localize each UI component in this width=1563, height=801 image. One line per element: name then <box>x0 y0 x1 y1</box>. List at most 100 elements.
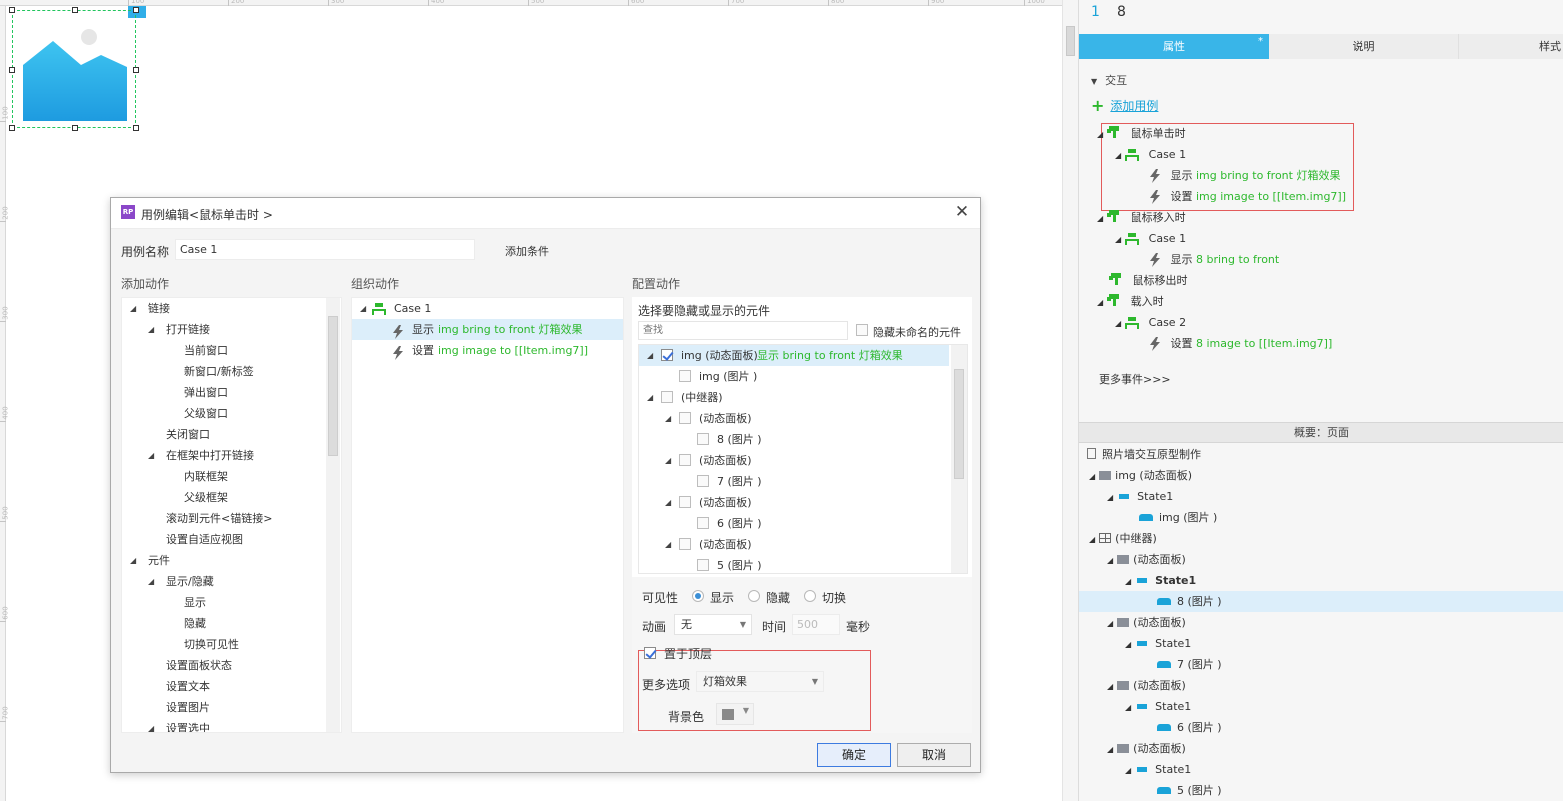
visibility-show-radio[interactable] <box>692 590 704 602</box>
outline-row[interactable]: ◢ (动态面板) <box>1107 675 1186 696</box>
outline-row[interactable]: 8 (图片 ) <box>1157 591 1222 612</box>
widget-checkbox[interactable] <box>697 517 709 529</box>
outline-row[interactable]: ◢ State1 <box>1125 633 1191 654</box>
widget-search-input[interactable] <box>638 321 848 340</box>
animation-select[interactable]: 无 ▼ <box>674 614 752 635</box>
case-row[interactable]: ◢ Case 1 <box>1115 228 1186 249</box>
outline-row[interactable]: 6 (图片 ) <box>1157 717 1222 738</box>
event-row[interactable]: ◢ 鼠标单击时 <box>1097 123 1186 144</box>
outline-row[interactable]: ◢ (动态面板) <box>1107 738 1186 759</box>
bg-color-picker[interactable]: ▼ <box>716 703 754 725</box>
widget-checkbox[interactable] <box>697 475 709 487</box>
widget-checkbox[interactable] <box>679 412 691 424</box>
page-number[interactable]: 1 <box>1091 4 1100 20</box>
action-row[interactable]: 设置 img image to [[Item.img7]] <box>1149 186 1346 207</box>
hide-unnamed-checkbox[interactable] <box>856 324 868 336</box>
outline-page-row[interactable]: 照片墙交互原型制作 <box>1087 444 1201 465</box>
outline-row[interactable]: ◢ (动态面板) <box>1107 612 1186 633</box>
case-name-input[interactable] <box>175 239 475 260</box>
resize-handle[interactable] <box>9 7 15 13</box>
outline-row[interactable]: ◢ (中继器) <box>1089 528 1157 549</box>
outline-row[interactable]: 7 (图片 ) <box>1157 654 1222 675</box>
resize-handle[interactable] <box>72 125 78 131</box>
state-icon <box>1137 578 1148 583</box>
resize-handle[interactable] <box>133 125 139 131</box>
more-events-link[interactable]: 更多事件>>> <box>1099 369 1171 390</box>
tree-item[interactable]: 切换可见性 <box>184 634 239 655</box>
action-row[interactable]: 显示 8 bring to front <box>1149 249 1279 270</box>
tab-notes[interactable]: 说明 <box>1269 34 1459 59</box>
cancel-button[interactable]: 取消 <box>897 743 971 767</box>
tree-item[interactable]: 显示 <box>184 592 206 613</box>
widget-checkbox[interactable] <box>661 391 673 403</box>
tree-item[interactable]: 新窗口/新标签 <box>184 361 254 382</box>
more-options-select[interactable]: 灯箱效果 ▼ <box>696 671 824 692</box>
tree-item[interactable]: 隐藏 <box>184 613 206 634</box>
action-row-selected[interactable]: 显示 img bring to front 灯箱效果 <box>352 319 623 340</box>
widget-checkbox[interactable] <box>697 433 709 445</box>
tree-item[interactable]: 内联框架 <box>184 466 228 487</box>
scrollbar-thumb[interactable] <box>328 316 338 456</box>
visibility-hide-radio[interactable] <box>748 590 760 602</box>
outline-row[interactable]: ◢ State1 <box>1125 570 1196 591</box>
outline-row[interactable]: 5 (图片 ) <box>1157 780 1222 801</box>
outline-row[interactable]: ◢ State1 <box>1125 759 1191 780</box>
ok-button[interactable]: 确定 <box>817 743 891 767</box>
tab-style[interactable]: 样式 <box>1469 34 1563 59</box>
action-row[interactable]: 显示 img bring to front 灯箱效果 <box>1149 165 1340 186</box>
tree-item[interactable]: 设置图片 <box>166 697 210 718</box>
tree-item[interactable]: 父级窗口 <box>184 403 228 424</box>
widget-checkbox[interactable] <box>679 496 691 508</box>
widget-checkbox[interactable] <box>679 370 691 382</box>
resize-handle[interactable] <box>9 67 15 73</box>
visibility-toggle-radio[interactable] <box>804 590 816 602</box>
widget-list-scrollbar[interactable] <box>951 345 967 573</box>
page-number[interactable]: 8 <box>1117 4 1126 20</box>
tree-item[interactable]: 关闭窗口 <box>166 424 210 445</box>
outline-row[interactable]: ◢ (动态面板) <box>1107 549 1186 570</box>
ruler-label: 500 <box>531 0 545 5</box>
event-row[interactable]: 鼠标移出时 <box>1109 270 1188 291</box>
outline-row[interactable]: ◢ State1 <box>1107 486 1173 507</box>
tree-item[interactable]: 滚动到元件<锚链接> <box>166 508 272 529</box>
resize-handle[interactable] <box>9 125 15 131</box>
outline-row[interactable]: ◢ State1 <box>1125 696 1191 717</box>
tree-item[interactable]: 设置文本 <box>166 676 210 697</box>
widget-checkbox[interactable] <box>679 538 691 550</box>
event-row[interactable]: ◢ 鼠标移入时 <box>1097 207 1186 228</box>
tab-properties[interactable]: 属性 * <box>1079 34 1269 59</box>
resize-handle[interactable] <box>72 7 78 13</box>
tree-item[interactable]: 设置面板状态 <box>166 655 232 676</box>
tree-item[interactable]: 当前窗口 <box>184 340 228 361</box>
add-case-link[interactable]: + 添加用例 <box>1091 96 1158 115</box>
canvas-scrollbar[interactable] <box>1062 0 1078 801</box>
interaction-section[interactable]: ▼ 交互 <box>1091 72 1127 88</box>
widget-checkbox[interactable] <box>697 559 709 571</box>
tree-item[interactable]: 设置自适应视图 <box>166 529 243 550</box>
widget-checkbox[interactable] <box>661 349 673 361</box>
case-row[interactable]: ◢ Case 1 <box>352 298 623 319</box>
close-icon[interactable]: ✕ <box>952 203 972 223</box>
widget-checkbox[interactable] <box>679 454 691 466</box>
scrollbar-thumb[interactable] <box>954 369 964 479</box>
resize-handle[interactable] <box>133 67 139 73</box>
time-unit: 毫秒 <box>846 620 871 634</box>
tree-item[interactable]: 弹出窗口 <box>184 382 228 403</box>
event-row[interactable]: ◢ 载入时 <box>1097 291 1164 312</box>
widget-row-selected[interactable]: ◢ img (动态面板) 显示 bring to front 灯箱效果 <box>639 345 949 366</box>
resize-handle[interactable] <box>133 7 139 13</box>
outline-row[interactable]: img (图片 ) <box>1139 507 1217 528</box>
actions-scrollbar[interactable] <box>326 298 340 732</box>
add-condition-link[interactable]: 添加条件 <box>505 243 549 259</box>
action-row[interactable]: 设置 img image to [[Item.img7]] <box>352 340 623 361</box>
tree-item[interactable]: 父级框架 <box>184 487 228 508</box>
scrollbar-thumb[interactable] <box>1066 26 1075 56</box>
time-input[interactable] <box>792 614 840 635</box>
case-row[interactable]: ◢ Case 2 <box>1115 312 1186 333</box>
bring-to-front-checkbox[interactable] <box>644 647 656 659</box>
image-widget[interactable] <box>9 7 139 131</box>
case-row[interactable]: ◢ Case 1 <box>1115 144 1186 165</box>
outline-row[interactable]: ◢ img (动态面板) <box>1089 465 1192 486</box>
lightning-icon <box>1150 337 1160 351</box>
action-row[interactable]: 设置 8 image to [[Item.img7]] <box>1149 333 1332 354</box>
